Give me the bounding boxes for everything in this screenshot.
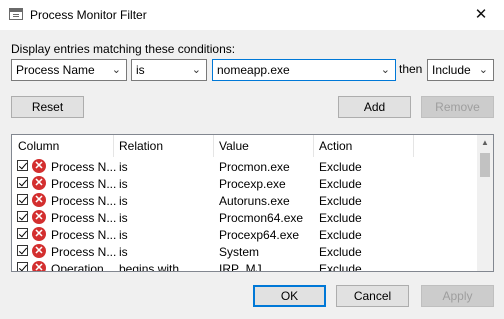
vertical-scrollbar[interactable]: ▲ xyxy=(477,135,493,271)
table-row[interactable]: ✕ Process N... is Procexp.exe Exclude xyxy=(12,175,478,192)
column-header[interactable]: Column xyxy=(18,139,59,153)
apply-button[interactable]: Apply xyxy=(421,285,494,307)
value-combobox[interactable]: nomeapp.exe ⌄ xyxy=(212,59,396,81)
row-value: System xyxy=(219,245,260,259)
reset-button[interactable]: Reset xyxy=(11,96,84,118)
action-select-value: Include xyxy=(432,63,471,77)
row-value: IRP_MJ_ xyxy=(219,262,269,272)
then-label: then xyxy=(399,62,423,76)
window-title: Process Monitor Filter xyxy=(30,8,147,22)
conditions-label: Display entries matching these condition… xyxy=(11,42,236,56)
exclude-icon: ✕ xyxy=(32,244,46,258)
row-column: Process N... xyxy=(51,177,117,191)
row-action: Exclude xyxy=(319,194,362,208)
row-checkbox[interactable] xyxy=(17,211,28,222)
row-value: Procmon64.exe xyxy=(219,211,304,225)
row-value: Procexp64.exe xyxy=(219,228,300,242)
filter-list[interactable]: Column Relation Value Action ✕ Process N… xyxy=(11,134,494,272)
row-value: Autoruns.exe xyxy=(219,194,290,208)
chevron-down-icon: ⌄ xyxy=(191,64,201,76)
row-column: Process N... xyxy=(51,160,117,174)
row-action: Exclude xyxy=(319,177,362,191)
action-header[interactable]: Action xyxy=(319,139,352,153)
cancel-button[interactable]: Cancel xyxy=(336,285,409,307)
row-checkbox[interactable] xyxy=(17,177,28,188)
row-value: Procexp.exe xyxy=(219,177,286,191)
table-row[interactable]: ✕ Process N... is Procmon64.exe Exclude xyxy=(12,209,478,226)
row-checkbox[interactable] xyxy=(17,245,28,256)
scroll-up-arrow-icon[interactable]: ▲ xyxy=(477,135,493,151)
row-relation: is xyxy=(119,177,128,191)
value-header[interactable]: Value xyxy=(219,139,249,153)
table-row[interactable]: ✕ Operation begins with IRP_MJ_ Exclude xyxy=(12,260,478,272)
table-row[interactable]: ✕ Process N... is System Exclude xyxy=(12,243,478,260)
ok-button[interactable]: OK xyxy=(253,285,326,307)
row-action: Exclude xyxy=(319,160,362,174)
row-checkbox[interactable] xyxy=(17,194,28,205)
row-column: Operation xyxy=(51,262,104,272)
table-row[interactable]: ✕ Process N... is Autoruns.exe Exclude xyxy=(12,192,478,209)
row-action: Exclude xyxy=(319,228,362,242)
exclude-icon: ✕ xyxy=(32,176,46,190)
value-combobox-text: nomeapp.exe xyxy=(217,63,290,77)
remove-button[interactable]: Remove xyxy=(421,96,494,118)
row-relation: is xyxy=(119,160,128,174)
title-bar: Process Monitor Filter ✕ xyxy=(0,0,504,30)
row-relation: begins with xyxy=(119,262,180,272)
chevron-down-icon[interactable]: ⌄ xyxy=(381,60,390,80)
add-button[interactable]: Add xyxy=(338,96,411,118)
row-relation: is xyxy=(119,211,128,225)
close-icon[interactable]: ✕ xyxy=(458,0,504,30)
chevron-down-icon: ⌄ xyxy=(111,64,121,76)
row-column: Process N... xyxy=(51,211,117,225)
row-relation: is xyxy=(119,245,128,259)
row-relation: is xyxy=(119,228,128,242)
row-value: Procmon.exe xyxy=(219,160,290,174)
row-action: Exclude xyxy=(319,262,362,272)
row-relation: is xyxy=(119,194,128,208)
row-column: Process N... xyxy=(51,194,117,208)
row-checkbox[interactable] xyxy=(17,262,28,271)
chevron-down-icon: ⌄ xyxy=(478,64,488,76)
row-checkbox[interactable] xyxy=(17,160,28,171)
column-select[interactable]: Process Name ⌄ xyxy=(11,59,127,81)
relation-header[interactable]: Relation xyxy=(119,139,163,153)
row-column: Process N... xyxy=(51,245,117,259)
exclude-icon: ✕ xyxy=(32,193,46,207)
scrollbar-thumb[interactable] xyxy=(480,153,490,177)
row-column: Process N... xyxy=(51,228,117,242)
exclude-icon: ✕ xyxy=(32,227,46,241)
exclude-icon: ✕ xyxy=(32,210,46,224)
column-select-value: Process Name xyxy=(16,63,95,77)
table-row[interactable]: ✕ Process N... is Procmon.exe Exclude xyxy=(12,158,478,175)
action-select[interactable]: Include ⌄ xyxy=(427,59,494,81)
relation-select[interactable]: is ⌄ xyxy=(131,59,207,81)
exclude-icon: ✕ xyxy=(32,159,46,173)
row-action: Exclude xyxy=(319,245,362,259)
table-row[interactable]: ✕ Process N... is Procexp64.exe Exclude xyxy=(12,226,478,243)
exclude-icon: ✕ xyxy=(32,261,46,271)
row-checkbox[interactable] xyxy=(17,228,28,239)
row-action: Exclude xyxy=(319,211,362,225)
list-header: Column Relation Value Action xyxy=(12,135,493,157)
relation-select-value: is xyxy=(136,63,145,77)
window-app-icon xyxy=(9,8,23,20)
